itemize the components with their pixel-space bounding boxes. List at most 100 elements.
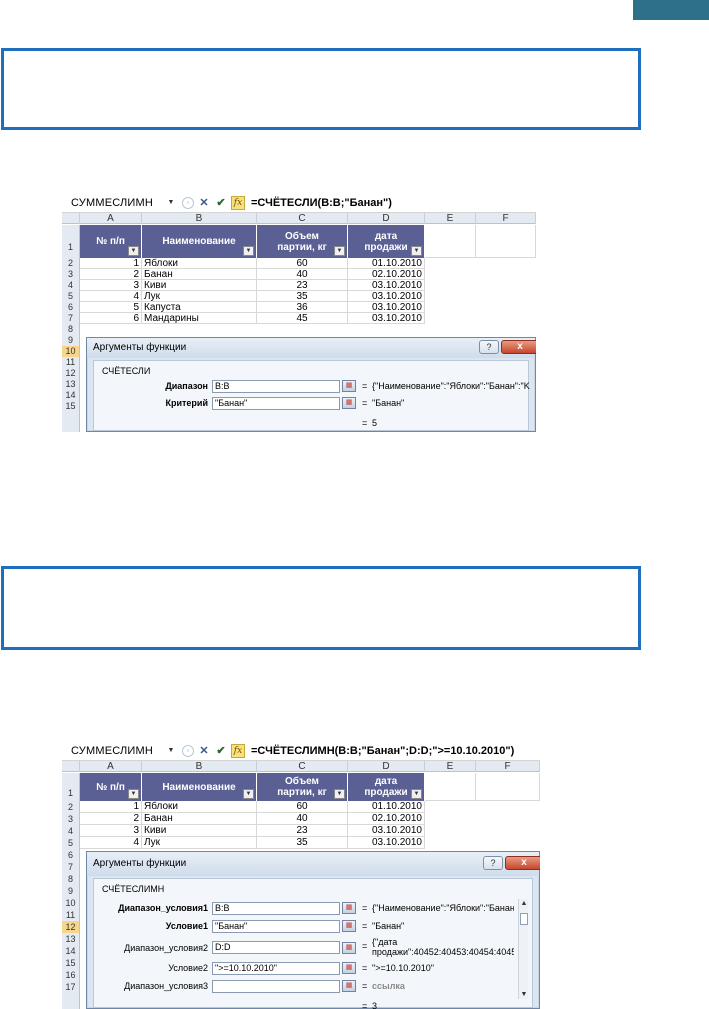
row-header[interactable]: 6: [62, 849, 80, 861]
argument-input[interactable]: "Банан": [212, 396, 340, 410]
column-header-c[interactable]: C: [257, 761, 348, 772]
row-header[interactable]: 14: [62, 945, 80, 957]
scroll-circle-icon[interactable]: ◦: [182, 744, 194, 757]
cell-date[interactable]: 03.10.2010: [348, 837, 425, 849]
row-header[interactable]: 4: [62, 280, 80, 291]
row-header[interactable]: 13: [62, 933, 80, 945]
argument-input[interactable]: ">=10.10.2010": [212, 961, 340, 975]
row-header[interactable]: 7: [62, 861, 80, 873]
range-picker-icon[interactable]: ▦: [342, 962, 356, 974]
help-button[interactable]: ?: [479, 340, 499, 354]
column-header-a[interactable]: A: [80, 213, 142, 224]
header-cell-volume[interactable]: Объем партии, кг ▼: [257, 773, 348, 801]
formula-text[interactable]: =СЧЁТЕСЛИМН(B:B;"Банан";D:D;">=10.10.201…: [251, 745, 514, 757]
cell-name[interactable]: Яблоки: [142, 801, 257, 813]
header-cell-name[interactable]: Наименование ▼: [142, 225, 257, 258]
cell-name[interactable]: Лук: [142, 291, 257, 302]
cell-volume[interactable]: 60: [257, 258, 348, 269]
row-header[interactable]: 8: [62, 324, 80, 335]
filter-dropdown-icon[interactable]: ▼: [128, 789, 139, 799]
cell-volume[interactable]: 36: [257, 302, 348, 313]
arguments-scrollbar[interactable]: ▲ ▼: [518, 899, 528, 999]
range-picker-icon[interactable]: ▦: [342, 397, 356, 409]
row-header[interactable]: 10: [62, 897, 80, 909]
help-button[interactable]: ?: [483, 856, 503, 870]
cell-date[interactable]: 03.10.2010: [348, 302, 425, 313]
column-header-b[interactable]: B: [142, 761, 257, 772]
argument-input[interactable]: [212, 979, 340, 993]
row-header[interactable]: 16: [62, 969, 80, 981]
row-header[interactable]: 12: [62, 368, 80, 379]
row-header-selected[interactable]: 12: [62, 921, 80, 933]
cell-volume[interactable]: 40: [257, 813, 348, 825]
empty-cell[interactable]: [425, 773, 476, 801]
filter-dropdown-icon[interactable]: ▼: [243, 789, 254, 799]
header-cell-volume[interactable]: Объем партии, кг ▼: [257, 225, 348, 258]
cell-volume[interactable]: 35: [257, 291, 348, 302]
scroll-down-icon[interactable]: ▼: [519, 991, 529, 998]
row-header[interactable]: 9: [62, 335, 80, 346]
row-header[interactable]: 1: [62, 225, 80, 258]
row-header[interactable]: 15: [62, 401, 80, 432]
row-header[interactable]: 4: [62, 825, 80, 837]
cell-number[interactable]: 1: [80, 258, 142, 269]
filter-dropdown-icon[interactable]: ▼: [334, 789, 345, 799]
cell-date[interactable]: 03.10.2010: [348, 280, 425, 291]
select-all-corner[interactable]: [62, 761, 80, 772]
column-header-d[interactable]: D: [348, 761, 425, 772]
column-header-f[interactable]: F: [476, 761, 540, 772]
cell-volume[interactable]: 60: [257, 801, 348, 813]
cell-number[interactable]: 4: [80, 837, 142, 849]
header-cell-number[interactable]: № п/п ▼: [80, 225, 142, 258]
cell-number[interactable]: 2: [80, 813, 142, 825]
insert-function-icon[interactable]: fx: [231, 743, 245, 758]
enter-check-icon[interactable]: ✔: [214, 196, 228, 210]
range-picker-icon[interactable]: ▦: [342, 902, 356, 914]
cell-date[interactable]: 01.10.2010: [348, 801, 425, 813]
empty-cell[interactable]: [425, 225, 476, 258]
argument-input[interactable]: "Банан": [212, 919, 340, 933]
row-header[interactable]: 5: [62, 837, 80, 849]
row-header[interactable]: 7: [62, 313, 80, 324]
row-header[interactable]: 2: [62, 258, 80, 269]
cell-date[interactable]: 02.10.2010: [348, 269, 425, 280]
cell-date[interactable]: 03.10.2010: [348, 313, 425, 324]
row-header-selected[interactable]: 10: [62, 346, 80, 357]
argument-input[interactable]: D:D: [212, 941, 340, 954]
header-cell-number[interactable]: № п/п ▼: [80, 773, 142, 801]
row-header[interactable]: 11: [62, 357, 80, 368]
scroll-thumb[interactable]: [520, 913, 528, 925]
column-header-a[interactable]: A: [80, 761, 142, 772]
cell-date[interactable]: 03.10.2010: [348, 291, 425, 302]
enter-check-icon[interactable]: ✔: [214, 744, 228, 758]
filter-dropdown-icon[interactable]: ▼: [411, 246, 422, 256]
cell-name[interactable]: Банан: [142, 813, 257, 825]
cell-volume[interactable]: 23: [257, 280, 348, 291]
column-header-d[interactable]: D: [348, 213, 425, 224]
row-header[interactable]: 6: [62, 302, 80, 313]
cell-number[interactable]: 2: [80, 269, 142, 280]
range-picker-icon[interactable]: ▦: [342, 942, 356, 954]
range-picker-icon[interactable]: ▦: [342, 380, 356, 392]
chevron-down-icon[interactable]: ▼: [166, 199, 176, 206]
row-header[interactable]: 15: [62, 957, 80, 969]
cell-number[interactable]: 3: [80, 280, 142, 291]
chevron-down-icon[interactable]: ▼: [166, 747, 176, 754]
cell-name[interactable]: Капуста: [142, 302, 257, 313]
row-header[interactable]: 17: [62, 981, 80, 1009]
name-box[interactable]: СУММЕСЛИМН: [62, 742, 166, 760]
insert-function-icon[interactable]: fx: [231, 195, 245, 210]
column-header-f[interactable]: F: [476, 213, 536, 224]
cancel-icon[interactable]: ✕: [197, 744, 211, 758]
cell-number[interactable]: 6: [80, 313, 142, 324]
row-header[interactable]: 1: [62, 773, 80, 801]
cell-volume[interactable]: 45: [257, 313, 348, 324]
row-header[interactable]: 8: [62, 873, 80, 885]
scroll-up-icon[interactable]: ▲: [519, 900, 529, 907]
cell-date[interactable]: 03.10.2010: [348, 825, 425, 837]
close-button[interactable]: x: [505, 856, 540, 870]
column-header-e[interactable]: E: [425, 761, 476, 772]
row-header[interactable]: 5: [62, 291, 80, 302]
row-header[interactable]: 2: [62, 801, 80, 813]
filter-dropdown-icon[interactable]: ▼: [411, 789, 422, 799]
